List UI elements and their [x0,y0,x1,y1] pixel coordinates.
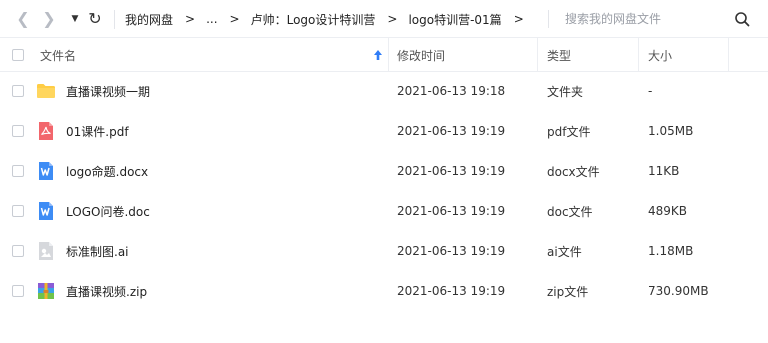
file-modified: 2021-06-13 19:19 [397,204,506,218]
search-divider [548,10,549,28]
column-header-modified[interactable]: 修改时间 [397,38,445,72]
file-list-header: 文件名 修改时间 类型 大小 [0,38,768,72]
breadcrumb-separator: > [229,12,240,26]
file-size: 11KB [648,164,680,178]
breadcrumb-separator: > [185,12,196,26]
file-modified: 2021-06-13 19:19 [397,124,506,138]
file-row[interactable]: LOGO问卷.doc 2021-06-13 19:19 doc文件 489KB [0,191,768,231]
file-name[interactable]: 标准制图.ai [66,231,129,271]
breadcrumb-item-current[interactable]: logo特训营-01篇 [408,11,501,28]
breadcrumb: 我的网盘 > ... > 卢帅：Logo设计特训营 > logo特训营-01篇 … [125,0,535,38]
file-name[interactable]: 01课件.pdf [66,111,129,151]
file-size: 730.90MB [648,284,709,298]
file-row[interactable]: 01课件.pdf 2021-06-13 19:19 pdf文件 1.05MB [0,111,768,151]
file-size: 1.18MB [648,244,694,258]
file-type: zip文件 [547,284,589,299]
file-modified: 2021-06-13 19:18 [397,84,506,98]
breadcrumb-item-ellipsis[interactable]: ... [206,12,217,26]
caret-down-icon[interactable]: ▼ [65,9,85,29]
search-input[interactable] [565,8,725,30]
breadcrumb-separator: > [513,12,524,26]
file-row[interactable]: 直播课视频.zip 2021-06-13 19:19 zip文件 730.90MB [0,271,768,311]
file-type: doc文件 [547,204,593,219]
pdf-icon [36,121,56,141]
toolbar-divider [114,10,115,29]
select-all-checkbox[interactable] [12,49,24,61]
file-size: - [648,84,653,98]
row-checkbox[interactable] [12,285,24,297]
breadcrumb-item-root[interactable]: 我的网盘 [125,11,173,28]
folder-icon [36,81,56,101]
search-icon[interactable] [734,11,750,27]
row-checkbox[interactable] [12,125,24,137]
file-modified: 2021-06-13 19:19 [397,244,506,258]
toolbar: ❮ ❯ ▼ ↻ 我的网盘 > ... > 卢帅：Logo设计特训营 > logo… [0,0,768,38]
word-icon [36,201,56,221]
column-divider[interactable] [537,38,538,72]
chevron-right-icon[interactable]: ❯ [39,9,59,29]
column-divider[interactable] [388,38,389,72]
column-header-size[interactable]: 大小 [648,38,672,72]
file-row[interactable]: 标准制图.ai 2021-06-13 19:19 ai文件 1.18MB [0,231,768,271]
column-header-type[interactable]: 类型 [547,38,571,72]
file-type: ai文件 [547,244,582,259]
column-divider[interactable] [728,38,729,72]
column-divider[interactable] [638,38,639,72]
column-header-name[interactable]: 文件名 [40,38,76,72]
file-type: docx文件 [547,164,600,179]
file-name[interactable]: logo命题.docx [66,151,148,191]
file-type: pdf文件 [547,124,591,139]
file-modified: 2021-06-13 19:19 [397,164,506,178]
row-checkbox[interactable] [12,85,24,97]
file-row[interactable]: logo命题.docx 2021-06-13 19:19 docx文件 11KB [0,151,768,191]
row-checkbox[interactable] [12,205,24,217]
word-icon [36,161,56,181]
file-row[interactable]: 直播课视频一期 2021-06-13 19:18 文件夹 - [0,71,768,111]
row-checkbox[interactable] [12,165,24,177]
file-name[interactable]: LOGO问卷.doc [66,191,150,231]
file-size: 1.05MB [648,124,694,138]
breadcrumb-separator: > [387,12,398,26]
search-box [548,8,760,30]
refresh-icon[interactable]: ↻ [85,9,105,29]
file-size: 489KB [648,204,688,218]
row-checkbox[interactable] [12,245,24,257]
generic-file-icon [36,241,56,261]
chevron-left-icon[interactable]: ❮ [13,9,33,29]
file-name[interactable]: 直播课视频.zip [66,271,147,311]
file-type: 文件夹 [547,84,584,99]
file-name[interactable]: 直播课视频一期 [66,71,150,111]
zip-archive-icon [36,281,56,301]
breadcrumb-item-parent[interactable]: 卢帅：Logo设计特训营 [251,11,376,28]
file-modified: 2021-06-13 19:19 [397,284,506,298]
sort-ascending-icon[interactable] [373,49,383,61]
